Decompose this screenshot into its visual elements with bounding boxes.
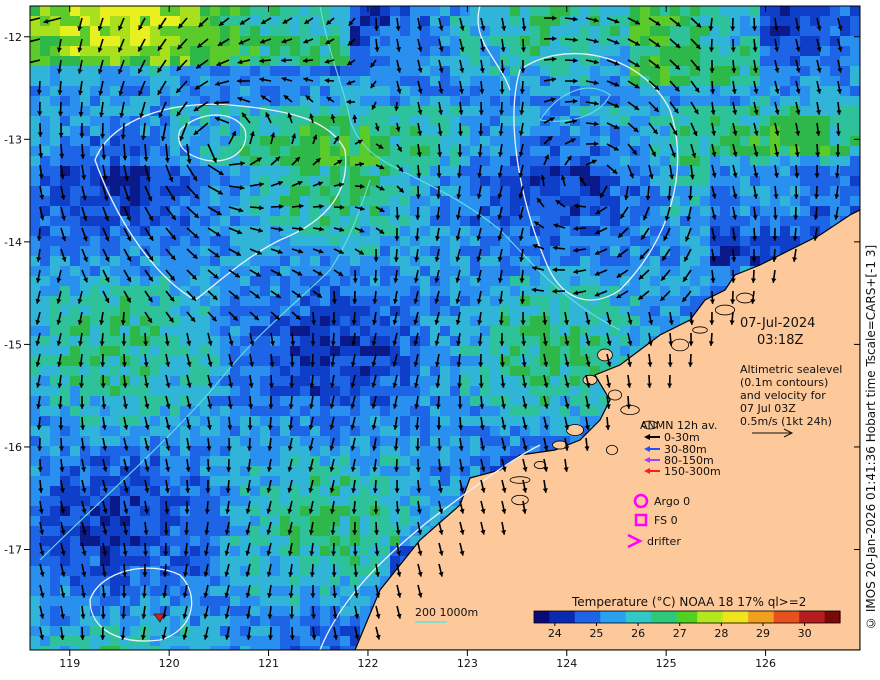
bathymetry-label: 200 1000m <box>415 606 478 619</box>
drifter-label: drifter <box>647 535 681 548</box>
date-label: 07-Jul-2024 <box>740 316 815 331</box>
map-figure: 119 120 121 122 123 124 125 126 -12 -13 -14 -15 -16… <box>4 5 861 670</box>
argo-label: Argo 0 <box>654 495 690 508</box>
colorbar-title: Temperature (°C) NOAA 18 17% ql>=2 <box>571 595 806 609</box>
y-tick-label: -15 <box>4 338 22 351</box>
colorbar-tick-label: 25 <box>589 627 603 640</box>
x-tick-label: 125 <box>656 657 677 670</box>
info-line-5: 0.5m/s (1kt 24h) <box>740 415 832 428</box>
temperature-colorbar <box>533 610 841 624</box>
y-tick-label: -12 <box>4 31 22 44</box>
colorbar-tick-label: 26 <box>631 627 645 640</box>
y-tick-label: -16 <box>4 441 22 454</box>
legend-label: 150-300m <box>664 465 721 478</box>
colorbar-tick-label: 28 <box>714 627 728 640</box>
colorbar-tick-label: 24 <box>548 627 562 640</box>
x-tick-label: 123 <box>457 657 478 670</box>
info-line-3: and velocity for <box>740 389 826 402</box>
y-tick-label: -17 <box>4 544 22 557</box>
time-label: 03:18Z <box>757 333 803 348</box>
info-line-2: (0.1m contours) <box>740 376 828 389</box>
x-tick-label: 124 <box>556 657 577 670</box>
credit-text: © IMOS 20-Jan-2026 01:41:36 Hobart time … <box>864 244 878 630</box>
y-tick-label: -14 <box>4 236 22 249</box>
x-tick-label: 121 <box>258 657 279 670</box>
x-tick-label: 120 <box>159 657 180 670</box>
colorbar-tick-label: 30 <box>798 627 812 640</box>
x-tick-label: 122 <box>357 657 378 670</box>
colorbar-tick-label: 27 <box>673 627 687 640</box>
x-tick-label: 126 <box>755 657 776 670</box>
fs-label: FS 0 <box>654 514 678 527</box>
y-tick-label: -13 <box>4 133 22 146</box>
colorbar-tick-label: 29 <box>756 627 770 640</box>
info-line-4: 07 Jul 03Z <box>740 402 796 415</box>
info-line-1: Altimetric sealevel <box>740 363 842 376</box>
x-tick-label: 119 <box>59 657 80 670</box>
